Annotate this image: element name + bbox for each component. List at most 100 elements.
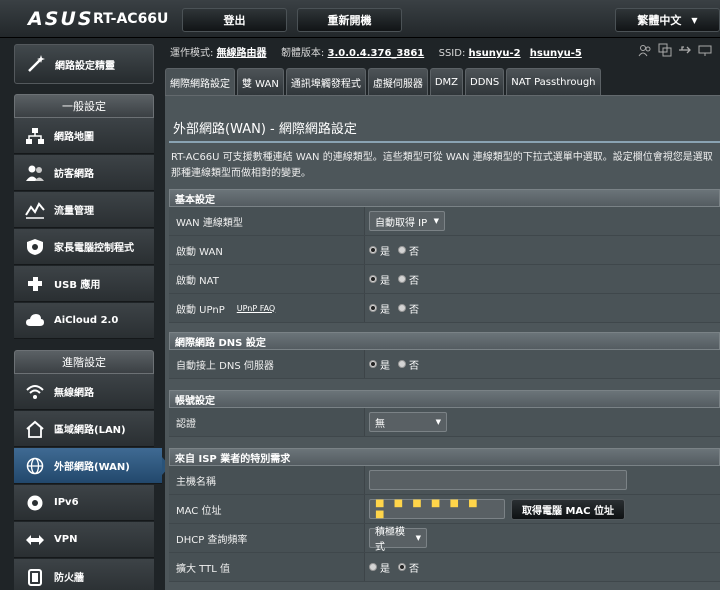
hostname-row: 主機名稱: [169, 466, 720, 495]
enable-nat-yes-radio[interactable]: 是: [369, 272, 390, 287]
sidebar-item-guest-network[interactable]: 訪客網路: [14, 155, 154, 191]
quick-setup-button[interactable]: 網路設定精靈: [14, 44, 154, 84]
firmware-link[interactable]: 3.0.0.4.376_3861: [328, 48, 425, 59]
vpn-icon: [22, 527, 48, 553]
enable-wan-no-radio[interactable]: 否: [398, 243, 419, 258]
usb-status-icon[interactable]: [678, 43, 692, 57]
sidebar-item-lan[interactable]: 區域網路(LAN): [14, 411, 154, 447]
isp-settings-table: 來自 ISP 業者的特別需求 主機名稱 MAC 位址 ■ ■ ■ ■ ■ ■ ■…: [169, 448, 720, 582]
quick-setup-label: 網路設定精靈: [55, 60, 115, 72]
dhcp-query-value: 積極模式: [375, 527, 405, 553]
wireless-icon: [22, 379, 48, 405]
ssid-2g-link[interactable]: hsunyu-2: [469, 48, 521, 59]
dns-settings-table: 網際網路 DNS 設定 自動接上 DNS 伺服器 是 否: [169, 332, 720, 379]
tab-virtual-server[interactable]: 虛擬伺服器: [367, 68, 428, 95]
network-map-icon: [22, 123, 48, 149]
tab-port-trigger[interactable]: 通訊埠觸發程式: [285, 68, 366, 95]
sidebar-item-wan[interactable]: 外部網路(WAN): [14, 448, 170, 484]
wan-type-select[interactable]: 自動取得 IP ▼: [369, 211, 445, 231]
wan-type-value: 自動取得 IP: [375, 217, 428, 229]
top-bar: ASUS RT-AC66U 登出 重新開機 繁體中文 ▼: [0, 0, 720, 38]
sidebar-item-aicloud[interactable]: AiCloud 2.0: [14, 303, 154, 339]
enable-wan-yes-radio[interactable]: 是: [369, 243, 390, 258]
enable-nat-no-radio[interactable]: 否: [398, 272, 419, 287]
mac-row: MAC 位址 ■ ■ ■ ■ ■ ■ ■ 取得電腦 MAC 位址: [169, 495, 720, 524]
extend-ttl-label: 擴大 TTL 值: [169, 553, 365, 581]
sidebar-item-ipv6[interactable]: IPv6: [14, 485, 154, 521]
wan-type-label: WAN 連線類型: [169, 207, 365, 235]
auto-dns-yes-radio[interactable]: 是: [369, 357, 390, 372]
enable-upnp-label: 啟動 UPnP: [176, 304, 225, 316]
auth-label: 認證: [169, 408, 365, 436]
ssid-5g-link[interactable]: hsunyu-5: [530, 48, 582, 59]
basic-settings-table: 基本設定 WAN 連線類型 自動取得 IP ▼ 啟動 WAN 是 否 啟動 NA…: [169, 189, 720, 323]
sidebar-item-label: AiCloud 2.0: [54, 315, 119, 326]
ssid-label: SSID:: [438, 48, 466, 59]
guest-network-icon: [22, 160, 48, 186]
wan-type-row: WAN 連線類型 自動取得 IP ▼: [169, 207, 720, 236]
sidebar-item-label: 家長電腦控制程式: [54, 243, 134, 254]
tab-nat-passthrough[interactable]: NAT Passthrough: [506, 68, 601, 95]
sidebar-item-traffic-manager[interactable]: 流量管理: [14, 192, 154, 228]
ipv6-icon: [22, 490, 48, 516]
network-status-icon[interactable]: [698, 43, 712, 57]
cloud-icon: [22, 308, 48, 334]
tab-internet-settings[interactable]: 網際網路設定: [165, 68, 235, 95]
enable-nat-row: 啟動 NAT 是 否: [169, 265, 720, 294]
sidebar-item-label: VPN: [54, 534, 78, 545]
traffic-manager-icon: [22, 197, 48, 223]
general-settings-header: 一般設定: [14, 94, 154, 118]
status-icons: [638, 43, 712, 57]
sidebar-item-label: 訪客網路: [54, 169, 94, 180]
sidebar-item-network-map[interactable]: 網路地圖: [14, 118, 154, 154]
chevron-down-icon: ▼: [435, 418, 441, 426]
sidebar-item-parental-control[interactable]: 家長電腦控制程式: [14, 229, 154, 265]
sidebar-item-firewall[interactable]: 防火牆: [14, 559, 154, 590]
tab-dmz[interactable]: DMZ: [429, 68, 464, 95]
upnp-faq-link[interactable]: UPnP FAQ: [237, 304, 275, 313]
sidebar-item-vpn[interactable]: VPN: [14, 522, 154, 558]
extend-ttl-no-radio[interactable]: 否: [398, 560, 419, 575]
sidebar-item-label: 外部網路(WAN): [54, 462, 130, 473]
mac-address-redacted: ■ ■ ■ ■ ■ ■ ■: [375, 498, 481, 520]
tab-dual-wan[interactable]: 雙 WAN: [237, 68, 284, 95]
chevron-down-icon: ▼: [433, 217, 439, 225]
advanced-settings-header: 進階設定: [14, 350, 154, 374]
auth-select[interactable]: 無 ▼: [369, 412, 447, 432]
operation-mode-link[interactable]: 無線路由器: [217, 48, 267, 59]
isp-settings-header: 來自 ISP 業者的特別需求: [169, 448, 720, 466]
sidebar-item-usb[interactable]: USB 應用: [14, 266, 154, 302]
sidebar-item-label: 無線網路: [54, 388, 94, 399]
account-settings-table: 帳號設定 認證 無 ▼: [169, 390, 720, 437]
logout-button[interactable]: 登出: [182, 8, 287, 32]
model-name: RT-AC66U: [93, 11, 169, 27]
reboot-button[interactable]: 重新開機: [297, 8, 402, 32]
copy-icon[interactable]: [658, 43, 672, 57]
sidebar-item-label: 流量管理: [54, 206, 94, 217]
enable-upnp-no-radio[interactable]: 否: [398, 301, 419, 316]
title-divider: [169, 141, 720, 143]
dhcp-query-select[interactable]: 積極模式 ▼: [369, 527, 427, 553]
basic-settings-header: 基本設定: [169, 189, 720, 207]
clients-icon[interactable]: [638, 43, 652, 57]
language-select[interactable]: 繁體中文 ▼: [615, 8, 720, 32]
auth-value: 無: [375, 418, 385, 430]
page-description: RT-AC66U 可支援數種連結 WAN 的連線類型。這些類型可從 WAN 連線…: [171, 152, 713, 179]
tab-ddns[interactable]: DDNS: [465, 68, 505, 95]
sidebar-item-wireless[interactable]: 無線網路: [14, 374, 154, 410]
firmware-label: 韌體版本:: [280, 48, 325, 59]
sidebar-item-label: USB 應用: [54, 280, 101, 291]
enable-upnp-yes-radio[interactable]: 是: [369, 301, 390, 316]
hostname-label: 主機名稱: [169, 466, 365, 494]
extend-ttl-yes-radio[interactable]: 是: [369, 560, 390, 575]
language-label: 繁體中文: [637, 14, 682, 27]
account-settings-header: 帳號設定: [169, 390, 720, 408]
mac-address-input[interactable]: ■ ■ ■ ■ ■ ■ ■: [369, 498, 505, 520]
sidebar-item-label: IPv6: [54, 497, 79, 508]
clone-mac-button[interactable]: 取得電腦 MAC 位址: [511, 498, 625, 520]
chevron-down-icon: ▼: [691, 15, 698, 25]
hostname-input[interactable]: [369, 470, 627, 490]
usb-icon: [22, 271, 48, 297]
auth-row: 認證 無 ▼: [169, 408, 720, 437]
auto-dns-no-radio[interactable]: 否: [398, 357, 419, 372]
